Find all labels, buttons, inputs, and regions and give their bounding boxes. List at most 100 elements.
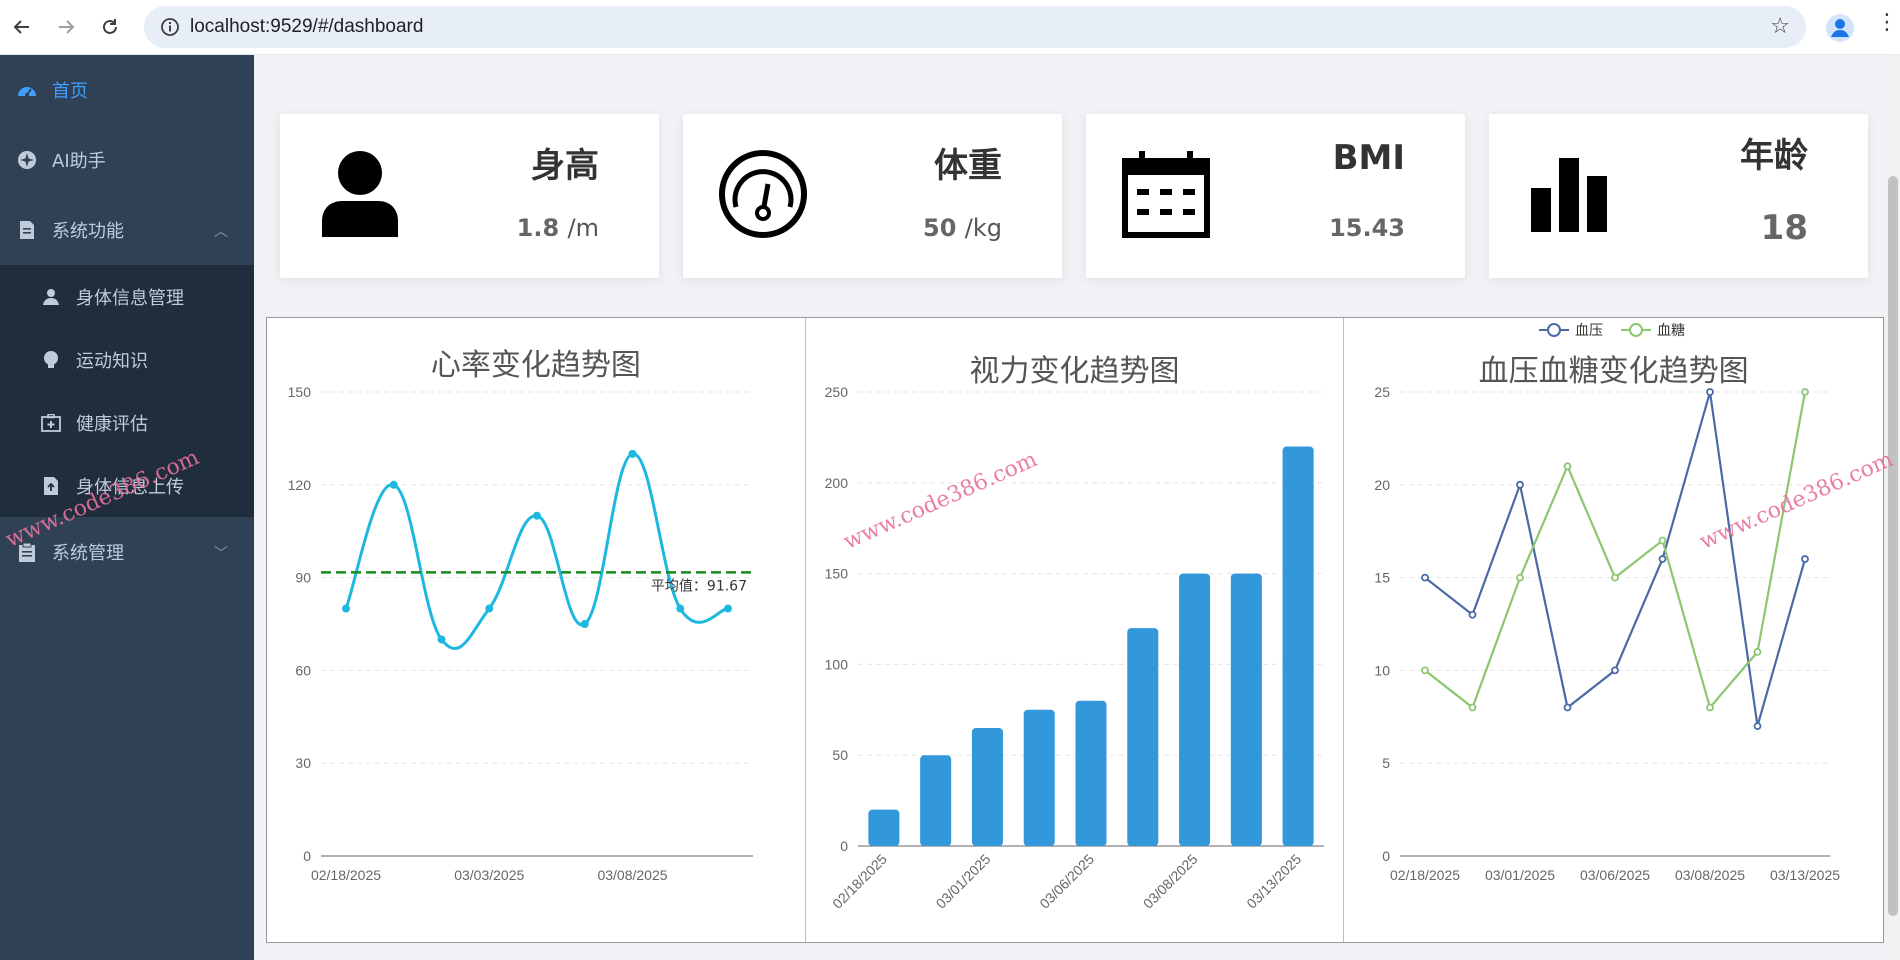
y-tick-label: 150 (824, 566, 848, 582)
y-tick-label: 120 (288, 477, 312, 493)
person-icon (310, 144, 410, 244)
main-content: 身高 1.8 /m 体重 50 /kg BMI 15.43 年龄 18 心率变化… (254, 55, 1900, 960)
info-icon[interactable] (150, 6, 190, 48)
back-button[interactable] (0, 5, 44, 49)
vision-svg: 0 50 100 150 200 250 02/18/2025 03/01/2025 03/06… (824, 384, 1324, 912)
chevron-up-icon: ︿ (214, 224, 228, 240)
sidebar-item-home[interactable]: 首页 (0, 55, 254, 125)
address-bar[interactable]: localhost:9529/#/dashboard ☆ (144, 6, 1806, 48)
sidebar-item-exercise[interactable]: 运动知识 (0, 328, 254, 391)
data-point (724, 604, 732, 613)
x-tick-label: 02/18/2025 (311, 867, 381, 883)
profile-button[interactable] (1820, 8, 1860, 48)
data-point (533, 511, 541, 520)
forward-button[interactable] (44, 5, 88, 49)
x-tick-label: 03/06/2025 (1580, 867, 1650, 883)
sidebar-item-health-eval[interactable]: 健康评估 (0, 391, 254, 454)
sidebar-item-label: 身体信息管理 (76, 287, 184, 309)
data-point (1658, 536, 1667, 545)
card-value: 15.43 (1329, 214, 1405, 242)
card-value: 50 /kg (923, 214, 1002, 242)
browser-toolbar: localhost:9529/#/dashboard ☆ ⋮ (0, 0, 1900, 55)
data-point (1706, 703, 1715, 712)
y-tick-label: 0 (1383, 848, 1391, 864)
x-tick-label: 03/08/2025 (1139, 851, 1200, 912)
legend-marker (1547, 323, 1562, 337)
data-point (676, 604, 685, 613)
card-value: 18 (1760, 208, 1808, 248)
star-icon[interactable]: ☆ (1770, 14, 1790, 39)
data-point (437, 635, 446, 644)
y-tick-label: 0 (303, 848, 311, 864)
card-value: 1.8 /m (516, 214, 599, 242)
sidebar-item-label: 身体信息上传 (76, 476, 184, 498)
dashboard-icon (16, 79, 38, 101)
y-tick-label: 10 (1375, 662, 1391, 678)
y-tick-label: 90 (295, 570, 311, 586)
x-tick-label: 03/13/2025 (1770, 867, 1840, 883)
sidebar-item-ai[interactable]: AI助手 (0, 125, 254, 195)
card-title: 年龄 (1740, 136, 1808, 176)
heart-rate-chart: 心率变化趋势图 0 30 60 90 120 150 平均值：91.67 02/18/2025… (267, 318, 806, 942)
y-tick-label: 20 (1375, 477, 1391, 493)
x-tick-label: 03/01/2025 (1485, 867, 1555, 883)
document-icon (16, 219, 38, 241)
y-tick-label: 250 (824, 384, 848, 400)
gauge-icon (713, 144, 813, 244)
charts-container: 心率变化趋势图 0 30 60 90 120 150 平均值：91.67 02/18/2025… (266, 317, 1884, 943)
x-tick-label: 03/08/2025 (1675, 867, 1745, 883)
data-point (1516, 573, 1525, 582)
x-tick-label: 03/08/2025 (597, 867, 667, 883)
vision-chart: 视力变化趋势图 0 50 100 150 200 250 02/18/2025 03/01/2… (806, 318, 1345, 942)
average-label: 平均值：91.67 (651, 578, 747, 594)
bar-chart-icon (1519, 144, 1619, 244)
stat-card-height[interactable]: 身高 1.8 /m (280, 114, 659, 278)
legend-marker (1629, 323, 1644, 337)
data-point (1516, 480, 1525, 489)
stat-card-bmi[interactable]: BMI 15.43 (1086, 114, 1465, 278)
stat-card-weight[interactable]: 体重 50 /kg (683, 114, 1062, 278)
x-tick-label: 03/01/2025 (932, 851, 993, 912)
person-icon (1826, 14, 1854, 42)
data-point (1421, 573, 1430, 582)
kebab-icon[interactable]: ⋮ (1876, 10, 1898, 35)
y-tick-label: 0 (840, 838, 848, 854)
data-point (1421, 666, 1430, 675)
url-text[interactable]: localhost:9529/#/dashboard (190, 16, 423, 38)
x-tick-label: 03/13/2025 (1243, 851, 1304, 912)
data-point (1753, 722, 1762, 730)
series-line (1424, 391, 1807, 727)
data-point (1468, 610, 1477, 619)
sidebar-item-system-admin[interactable]: 系统管理 ﹀ (0, 517, 254, 587)
sidebar-item-label: 系统功能 (52, 221, 124, 242)
bar (971, 727, 1003, 846)
sidebar: 首页 AI助手 系统功能 ︿ 身体信息管理 运动知识 健康评估 身体信息上传 系… (0, 55, 254, 960)
sidebar-item-upload[interactable]: 身体信息上传 (0, 454, 254, 517)
bar (919, 755, 951, 846)
bar (1023, 709, 1055, 846)
data-point (342, 604, 350, 613)
stat-card-age[interactable]: 年龄 18 (1489, 114, 1868, 278)
sidebar-item-label: 健康评估 (76, 413, 148, 435)
heart-rate-svg: 0 30 60 90 120 150 平均值：91.67 02/18/2025 03/03/20… (288, 384, 753, 883)
data-point (1563, 703, 1572, 712)
sidebar-item-body-info[interactable]: 身体信息管理 (0, 265, 254, 328)
bar (1075, 700, 1107, 846)
scrollbar-thumb[interactable] (1888, 176, 1898, 916)
y-tick-label: 150 (288, 384, 312, 400)
bulb-icon (40, 349, 62, 371)
reload-button[interactable] (88, 5, 132, 49)
data-point (1563, 462, 1572, 471)
data-point (1611, 573, 1620, 582)
legend-label: 血压 (1575, 323, 1603, 339)
data-point (1801, 555, 1810, 563)
sidebar-item-system-functions[interactable]: 系统功能 ︿ (0, 195, 254, 265)
y-tick-label: 60 (295, 662, 311, 678)
y-tick-label: 15 (1375, 570, 1391, 586)
y-tick-label: 25 (1375, 384, 1391, 400)
y-tick-label: 100 (824, 656, 848, 672)
card-title: 体重 (934, 146, 1002, 186)
data-point (628, 449, 637, 458)
bar (868, 809, 900, 846)
bar (1282, 446, 1314, 846)
